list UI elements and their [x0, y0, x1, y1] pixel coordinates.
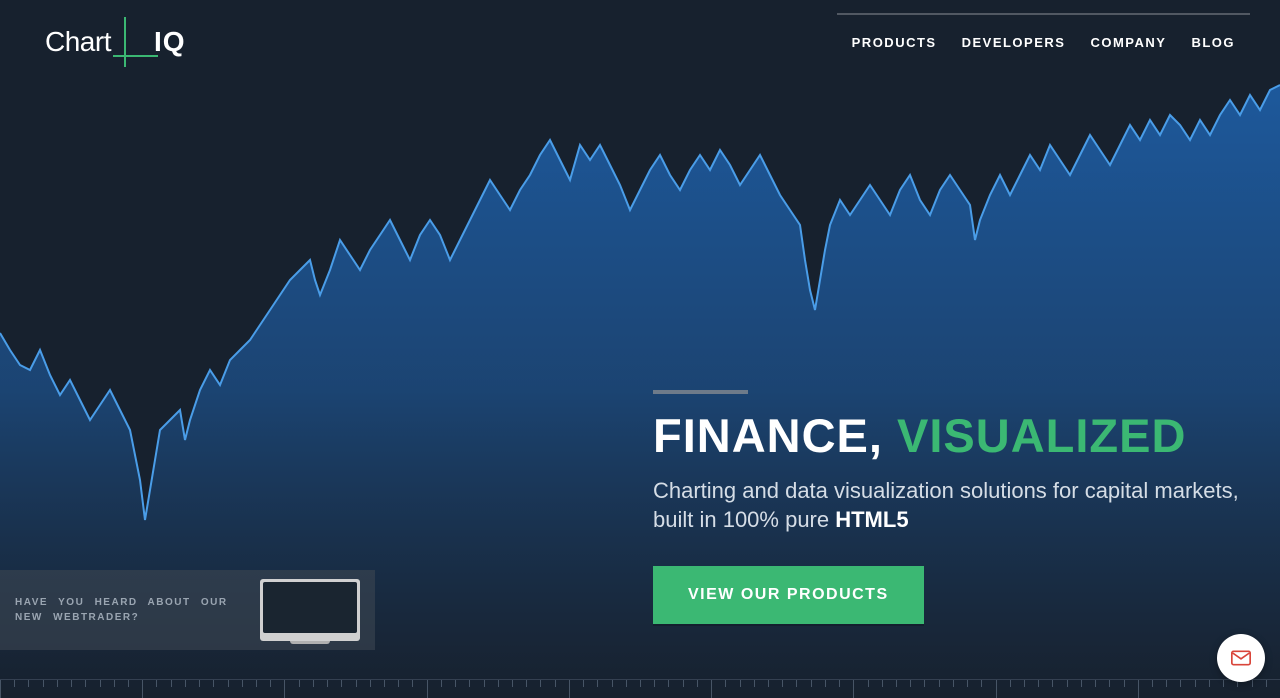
view-products-button[interactable]: VIEW OUR PRODUCTS: [653, 566, 924, 624]
envelope-icon: [1231, 650, 1251, 666]
header: Chart IQ PRODUCTS DEVELOPERS COMPANY BLO…: [0, 0, 1280, 62]
hero-subtitle-text: Charting and data visualization solution…: [653, 478, 1239, 532]
accent-line: [653, 390, 748, 394]
notification-laptop-icon: [260, 579, 360, 641]
hero-title: FINANCE, VISUALIZED: [653, 412, 1280, 459]
chat-button[interactable]: [1217, 634, 1265, 682]
nav-company[interactable]: COMPANY: [1090, 35, 1166, 50]
notification-banner[interactable]: HAVE YOU HEARD ABOUT OUR NEW WEBTRADER?: [0, 570, 375, 650]
hero-subtitle: Charting and data visualization solution…: [653, 477, 1280, 534]
hero-subtitle-strong: HTML5: [835, 507, 908, 532]
nav-developers[interactable]: DEVELOPERS: [962, 35, 1066, 50]
notification-text: HAVE YOU HEARD ABOUT OUR NEW WEBTRADER?: [15, 595, 250, 625]
logo-text-chart: Chart: [45, 26, 111, 58]
logo-divider-icon: [116, 22, 146, 62]
nav-blog[interactable]: BLOG: [1191, 35, 1235, 50]
nav-products[interactable]: PRODUCTS: [852, 35, 937, 50]
timeline-axis: [0, 679, 1280, 697]
nav: PRODUCTS DEVELOPERS COMPANY BLOG: [852, 35, 1235, 50]
hero-title-part1: FINANCE,: [653, 409, 883, 462]
hero-content: FINANCE, VISUALIZED Charting and data vi…: [653, 390, 1280, 624]
logo[interactable]: Chart IQ: [45, 22, 186, 62]
logo-text-iq: IQ: [154, 26, 186, 58]
hero-title-part2: VISUALIZED: [897, 409, 1186, 462]
